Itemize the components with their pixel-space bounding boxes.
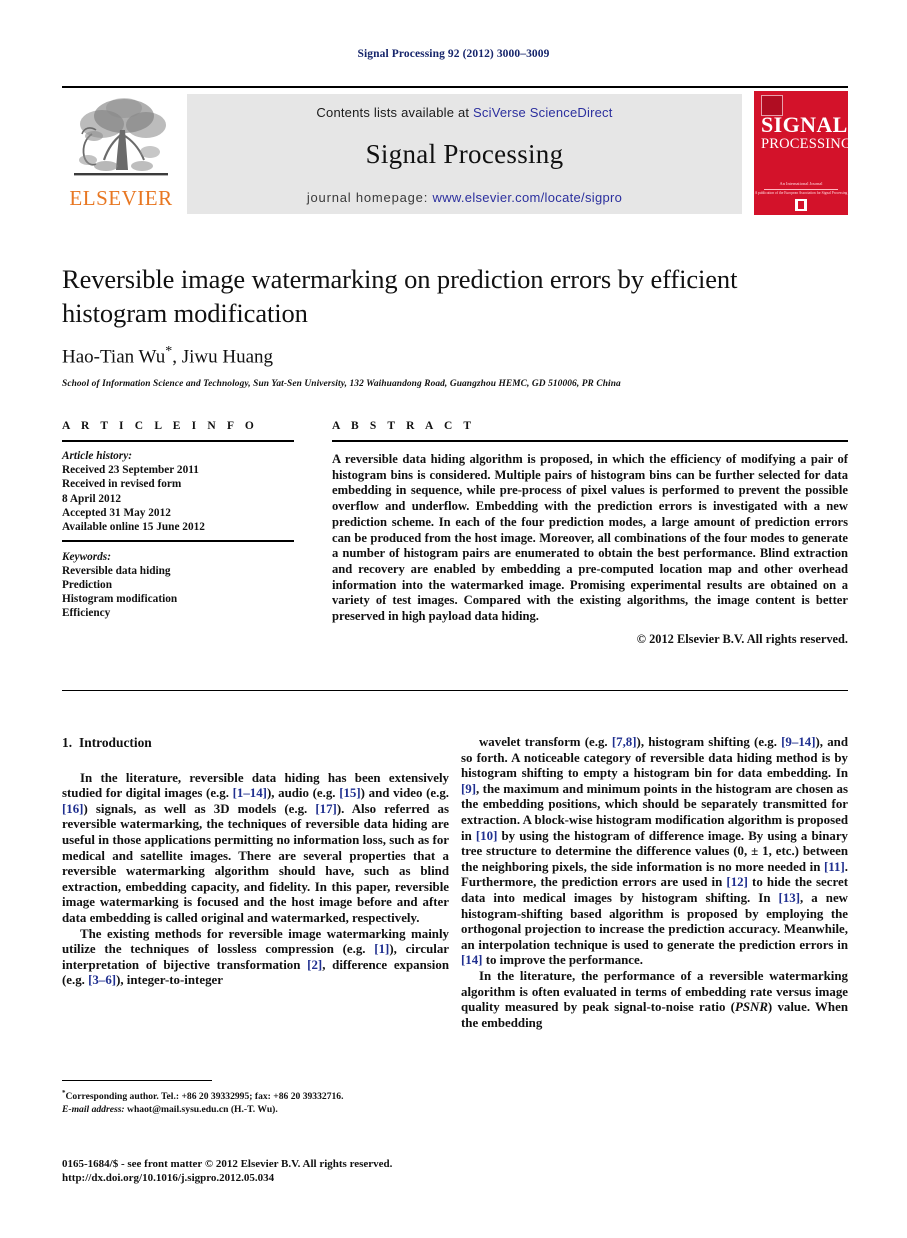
author-affiliation: School of Information Science and Techno…: [62, 379, 621, 390]
journal-homepage-label: journal homepage:: [306, 190, 433, 205]
section-heading-introduction: 1. Introduction: [62, 735, 449, 751]
cover-title-line2: PROCESSING: [761, 136, 848, 152]
contents-available-prefix: Contents lists available at: [316, 105, 474, 120]
paragraph-text: to improve the performance.: [482, 953, 643, 968]
citation-link[interactable]: [9]: [461, 782, 476, 796]
article-history-item: Available online 15 June 2012: [62, 521, 205, 534]
keywords-block: Keywords: Reversible data hiding Predict…: [62, 550, 294, 621]
section-title: Introduction: [79, 735, 152, 750]
citation-link[interactable]: [14]: [461, 953, 482, 967]
email-address[interactable]: whaot@mail.sysu.edu.cn (H.-T. Wu).: [125, 1104, 278, 1115]
journal-title: Signal Processing: [365, 139, 564, 169]
citation-link[interactable]: [2]: [307, 958, 322, 972]
author-rest: , Jiwu Huang: [172, 346, 274, 368]
footnote-block: *Corresponding author. Tel.: +86 20 3933…: [62, 1087, 449, 1116]
author-list: Hao-Tian Wu*, Jiwu Huang: [62, 344, 802, 368]
corresponding-author-note: *Corresponding author. Tel.: +86 20 3933…: [62, 1087, 449, 1104]
paragraph: The existing methods for reversible imag…: [62, 927, 449, 989]
article-info-rule-top: [62, 440, 294, 442]
email-label: E-mail address:: [62, 1103, 125, 1115]
paragraph: In the literature, reversible data hidin…: [62, 771, 449, 927]
issn-copyright-block: 0165-1684/$ - see front matter © 2012 El…: [62, 1158, 482, 1185]
body-top-divider: [62, 690, 848, 691]
keyword-item: Prediction: [62, 579, 112, 592]
abstract-text: A reversible data hiding algorithm is pr…: [332, 452, 848, 624]
paragraph-text: ), audio (e.g.: [266, 786, 340, 801]
article-history-item: Accepted 31 May 2012: [62, 506, 171, 519]
paragraph: In the literature, the performance of a …: [461, 969, 848, 1031]
body-column-left: 1. Introduction In the literature, revers…: [62, 735, 449, 989]
sciencedirect-link[interactable]: SciVerse ScienceDirect: [473, 105, 613, 120]
keywords-label: Keywords:: [62, 550, 111, 563]
keyword-item: Histogram modification: [62, 593, 178, 606]
keyword-item: Efficiency: [62, 607, 111, 620]
citation-link[interactable]: [10]: [476, 829, 497, 843]
citation-link[interactable]: [7,8]: [612, 735, 637, 749]
article-title: Reversible image watermarking on predict…: [62, 264, 738, 328]
paragraph-text: PSNR: [734, 1000, 768, 1015]
abstract-column: A B S T R A C T A reversible data hiding…: [332, 420, 848, 647]
journal-homepage-link[interactable]: www.elsevier.com/locate/sigpro: [433, 190, 623, 205]
article-history-item: Received 23 September 2011: [62, 464, 199, 477]
issn-line: 0165-1684/$ - see front matter © 2012 El…: [62, 1158, 393, 1170]
citation-link[interactable]: [1]: [374, 942, 389, 956]
paragraph-text: ) signals, as well as 3D models (e.g.: [83, 801, 316, 816]
article-history-item: Received in revised form: [62, 478, 182, 491]
abstract-copyright: © 2012 Elsevier B.V. All rights reserved…: [636, 631, 848, 646]
journal-article-page: Signal Processing 92 (2012) 3000–3009 EL…: [0, 0, 907, 1238]
citation-link[interactable]: [15]: [339, 786, 360, 800]
citation-link[interactable]: [16]: [62, 802, 83, 816]
masthead-band: Contents lists available at SciVerse Sci…: [187, 94, 742, 214]
title-block: Reversible image watermarking on predict…: [62, 262, 802, 389]
paragraph-text: wavelet transform (e.g.: [479, 735, 612, 749]
abstract-heading: A B S T R A C T: [332, 420, 476, 432]
cover-divider: [764, 189, 838, 190]
article-info-column: A R T I C L E I N F O Article history: R…: [62, 420, 294, 621]
body-column-right: wavelet transform (e.g. [7,8]), histogra…: [461, 735, 848, 1031]
masthead-top-rule: [62, 86, 848, 88]
citation-link[interactable]: [13]: [779, 891, 800, 905]
cover-subtagline: A publication of the European Associatio…: [754, 191, 848, 195]
paragraph-text: ), integer-to-integer: [116, 973, 223, 988]
citation-link[interactable]: [11]: [824, 860, 845, 874]
elsevier-tree-icon: [74, 98, 168, 176]
paragraph-text: ) and video (e.g.: [360, 786, 449, 801]
paragraph-text: ), histogram shifting (e.g.: [636, 735, 782, 749]
article-history-label: Article history:: [62, 450, 132, 462]
elsevier-wordmark: ELSEVIER: [69, 186, 173, 210]
paragraph: wavelet transform (e.g. [7,8]), histogra…: [461, 735, 848, 969]
section-number: 1.: [62, 735, 73, 750]
journal-cover-thumbnail: SIGNAL PROCESSING An International Journ…: [754, 91, 848, 215]
journal-homepage-line: journal homepage: www.elsevier.com/locat…: [187, 190, 742, 205]
article-history-item: 8 April 2012: [62, 492, 121, 505]
cover-title-line1: SIGNAL: [761, 112, 848, 137]
paragraph-text: ). Also referred as reversible watermark…: [62, 801, 449, 925]
keyword-item: Reversible data hiding: [62, 564, 171, 577]
citation-link[interactable]: [12]: [726, 875, 747, 889]
abstract-rule-top: [332, 440, 848, 442]
doi-line[interactable]: http://dx.doi.org/10.1016/j.sigpro.2012.…: [62, 1172, 482, 1186]
email-line: E-mail address: whaot@mail.sysu.edu.cn (…: [62, 1104, 449, 1116]
author-first: Hao-Tian Wu: [62, 346, 166, 368]
citation-link[interactable]: [17]: [315, 802, 336, 816]
running-head: Signal Processing 92 (2012) 3000–3009: [357, 48, 550, 60]
contents-available-line: Contents lists available at SciVerse Sci…: [187, 105, 742, 120]
cover-tagline: An International Journal: [779, 181, 823, 186]
article-info-heading: A R T I C L E I N F O: [62, 420, 258, 432]
cover-publisher-mark-icon: [795, 199, 807, 211]
journal-masthead: ELSEVIER Contents lists available at Sci…: [62, 86, 848, 215]
footnote-rule: [62, 1080, 212, 1081]
citation-link[interactable]: [1–14]: [233, 786, 267, 800]
article-history-block: Article history: Received 23 September 2…: [62, 449, 294, 534]
paragraph-text: by using the histogram of difference ima…: [461, 828, 848, 874]
article-info-rule-mid: [62, 540, 294, 542]
corresponding-author-text: Corresponding author. Tel.: +86 20 39332…: [65, 1091, 344, 1103]
citation-link[interactable]: [9–14]: [781, 735, 815, 749]
elsevier-logo: ELSEVIER: [62, 94, 180, 214]
citation-link[interactable]: [3–6]: [88, 973, 116, 987]
